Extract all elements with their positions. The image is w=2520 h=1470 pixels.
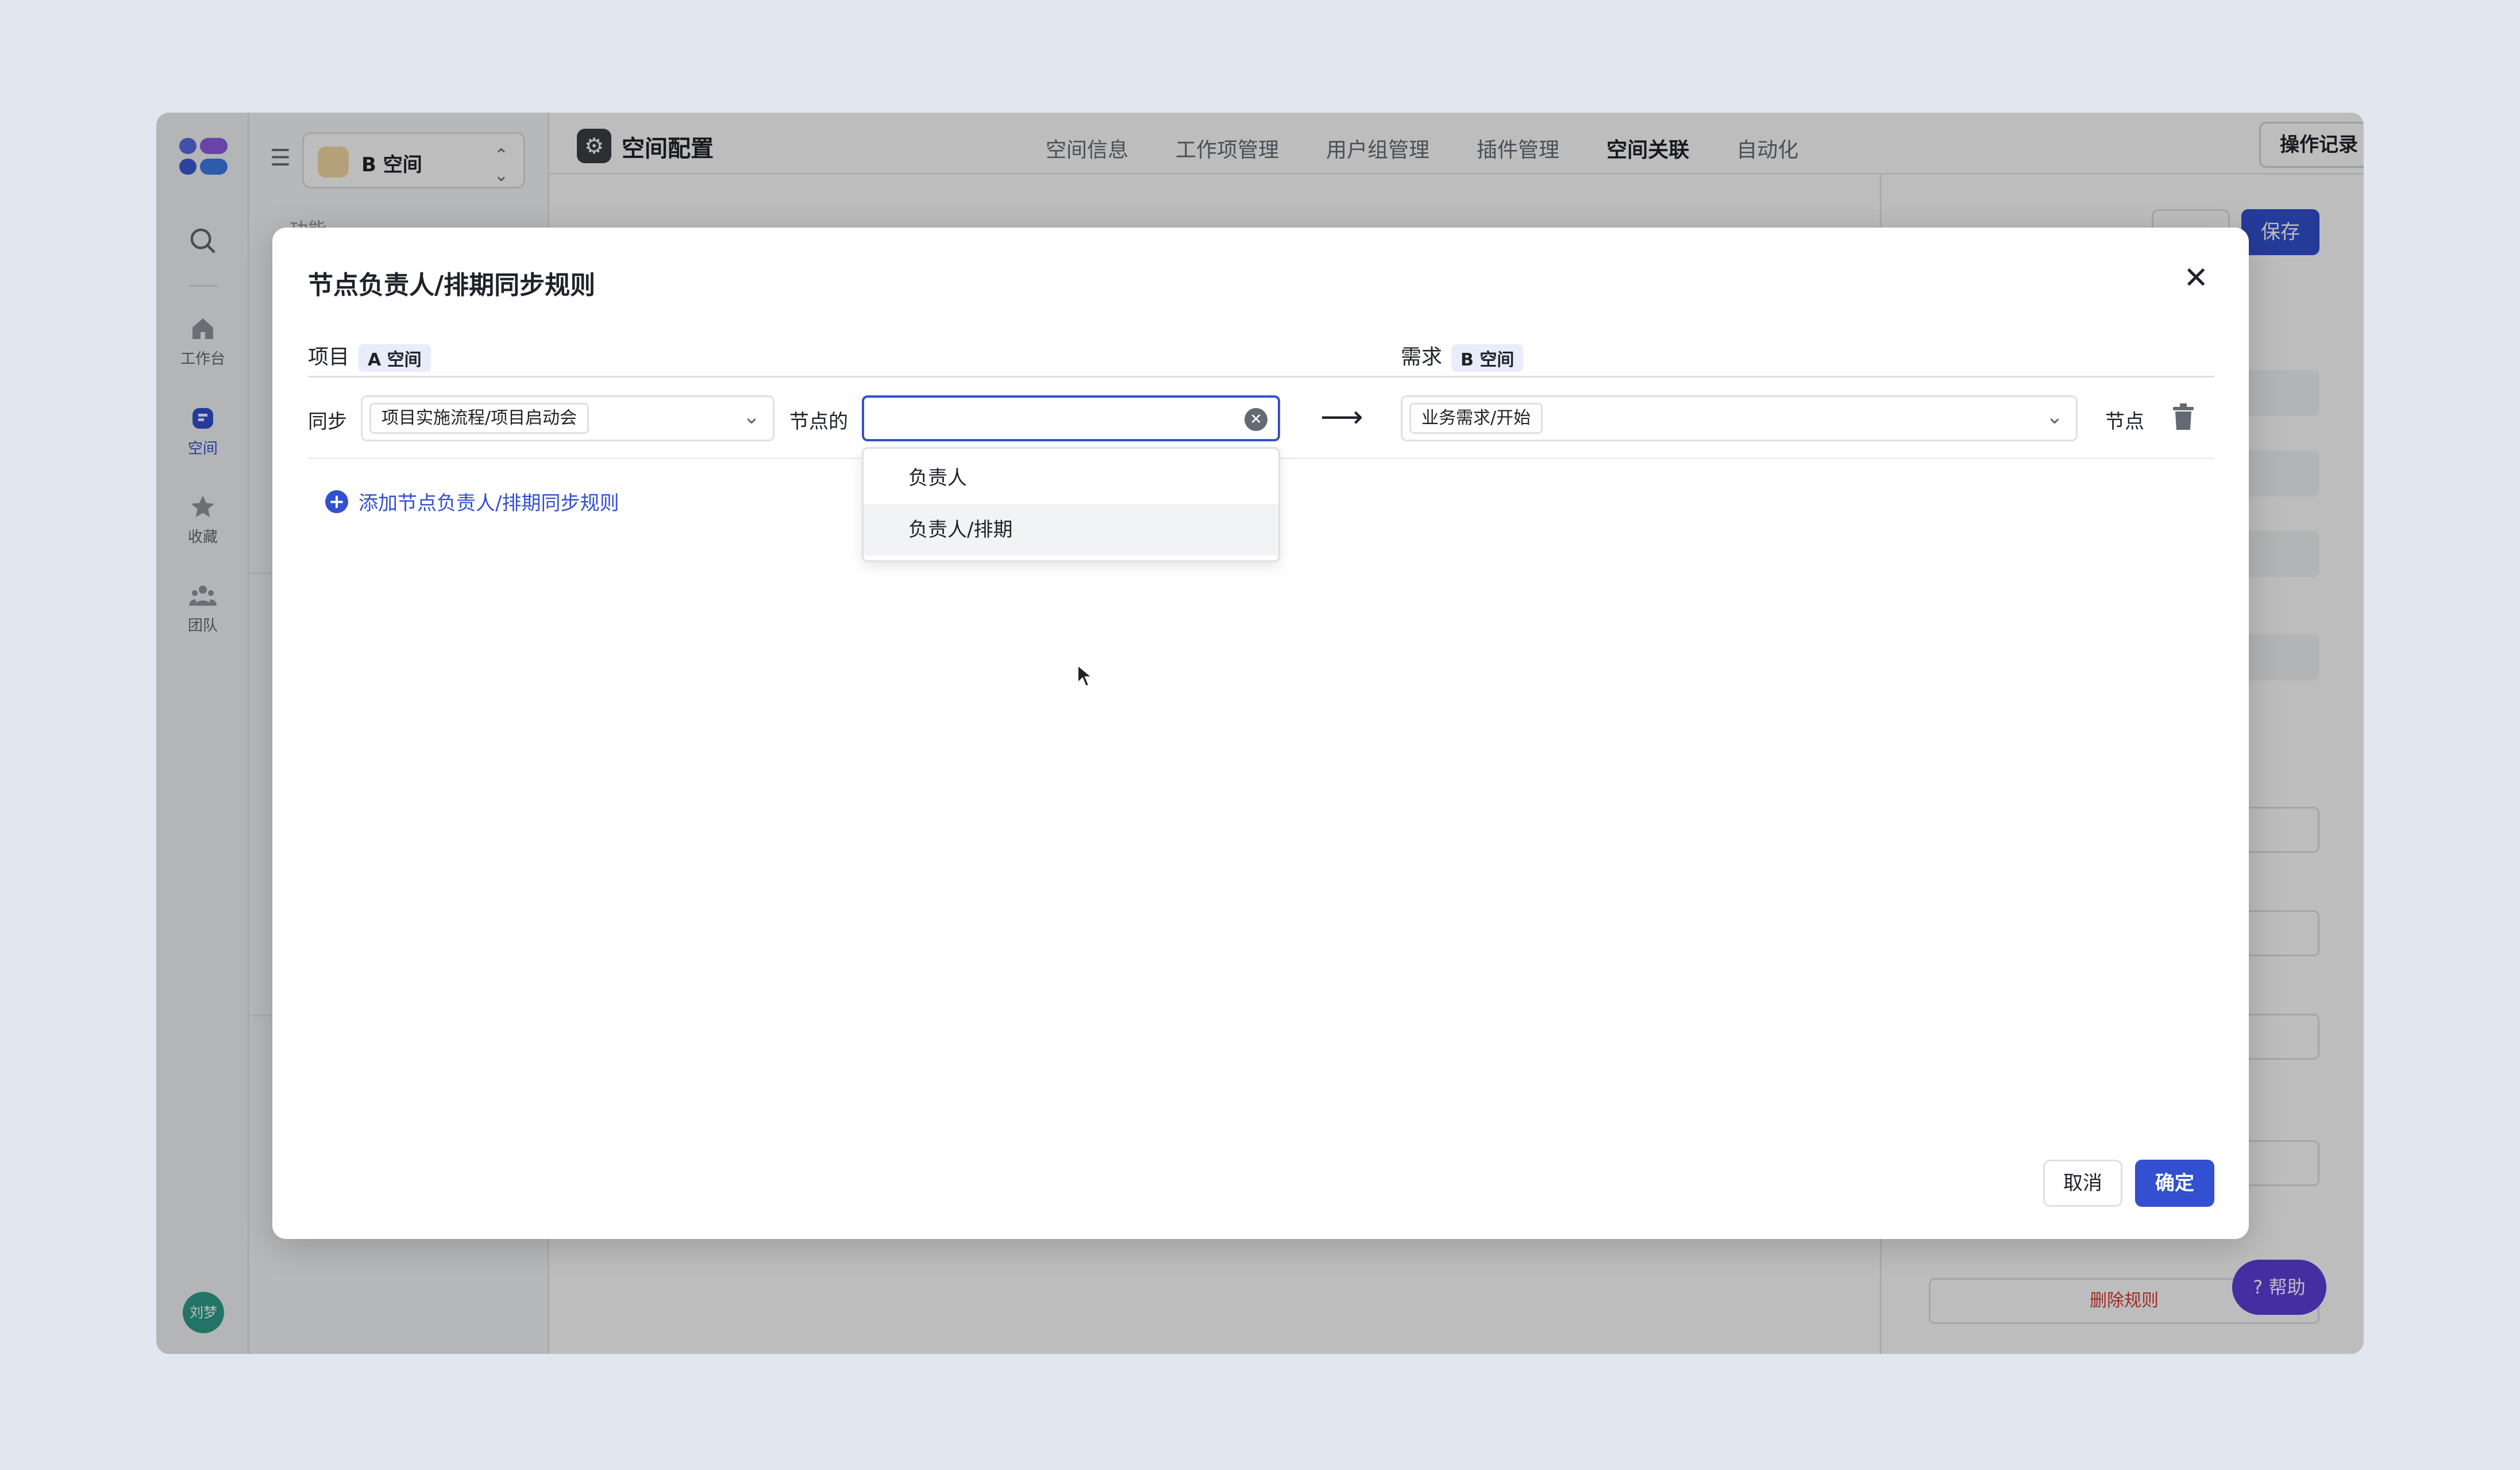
- sync-field-dropdown: 负责人 负责人/排期: [862, 447, 1280, 562]
- right-section-header: 需求 B 空间: [1401, 340, 1524, 372]
- cancel-button[interactable]: 取消: [2043, 1160, 2122, 1207]
- clear-icon[interactable]: ✕: [1244, 408, 1267, 431]
- of-node-label: 节点的: [789, 410, 848, 433]
- section-divider: [308, 376, 2214, 378]
- left-section-header: 项目 A 空间: [308, 340, 431, 372]
- right-section-label: 需求: [1401, 345, 1443, 369]
- modal-title: 节点负责人/排期同步规则: [308, 271, 596, 300]
- chevron-down-icon: ⌄: [2045, 405, 2063, 429]
- sync-field-select[interactable]: ✕: [862, 395, 1280, 441]
- arrow-right-icon: ⟶: [1320, 400, 1363, 434]
- chevron-down-icon: ⌄: [742, 405, 760, 429]
- right-space-tag: B 空间: [1451, 344, 1524, 372]
- target-node-chip: 业务需求/开始: [1409, 403, 1543, 434]
- confirm-button[interactable]: 确定: [2135, 1160, 2214, 1207]
- source-node-select[interactable]: 项目实施流程/项目启动会 ⌄: [361, 395, 775, 441]
- sync-rule-modal: 节点负责人/排期同步规则 ✕ 项目 A 空间 需求 B 空间 同步 项目实施流程/项…: [272, 228, 2249, 1239]
- trash-icon[interactable]: [2172, 403, 2195, 431]
- dropdown-option-owner[interactable]: 负责人: [864, 452, 1278, 504]
- add-sync-rule-label: 添加节点负责人/排期同步规则: [359, 492, 619, 515]
- plus-circle-icon: +: [325, 490, 348, 513]
- mouse-cursor-icon: [1077, 664, 1093, 687]
- target-node-select[interactable]: 业务需求/开始 ⌄: [1401, 395, 2078, 441]
- node-label: 节点: [2105, 410, 2144, 433]
- sync-label: 同步: [308, 410, 347, 433]
- add-sync-rule-button[interactable]: + 添加节点负责人/排期同步规则: [325, 487, 619, 515]
- source-node-chip: 项目实施流程/项目启动会: [369, 403, 589, 434]
- left-space-tag: A 空间: [359, 344, 431, 372]
- left-section-label: 项目: [308, 345, 350, 369]
- close-icon[interactable]: ✕: [2183, 261, 2209, 295]
- dropdown-option-owner-schedule[interactable]: 负责人/排期: [864, 504, 1278, 556]
